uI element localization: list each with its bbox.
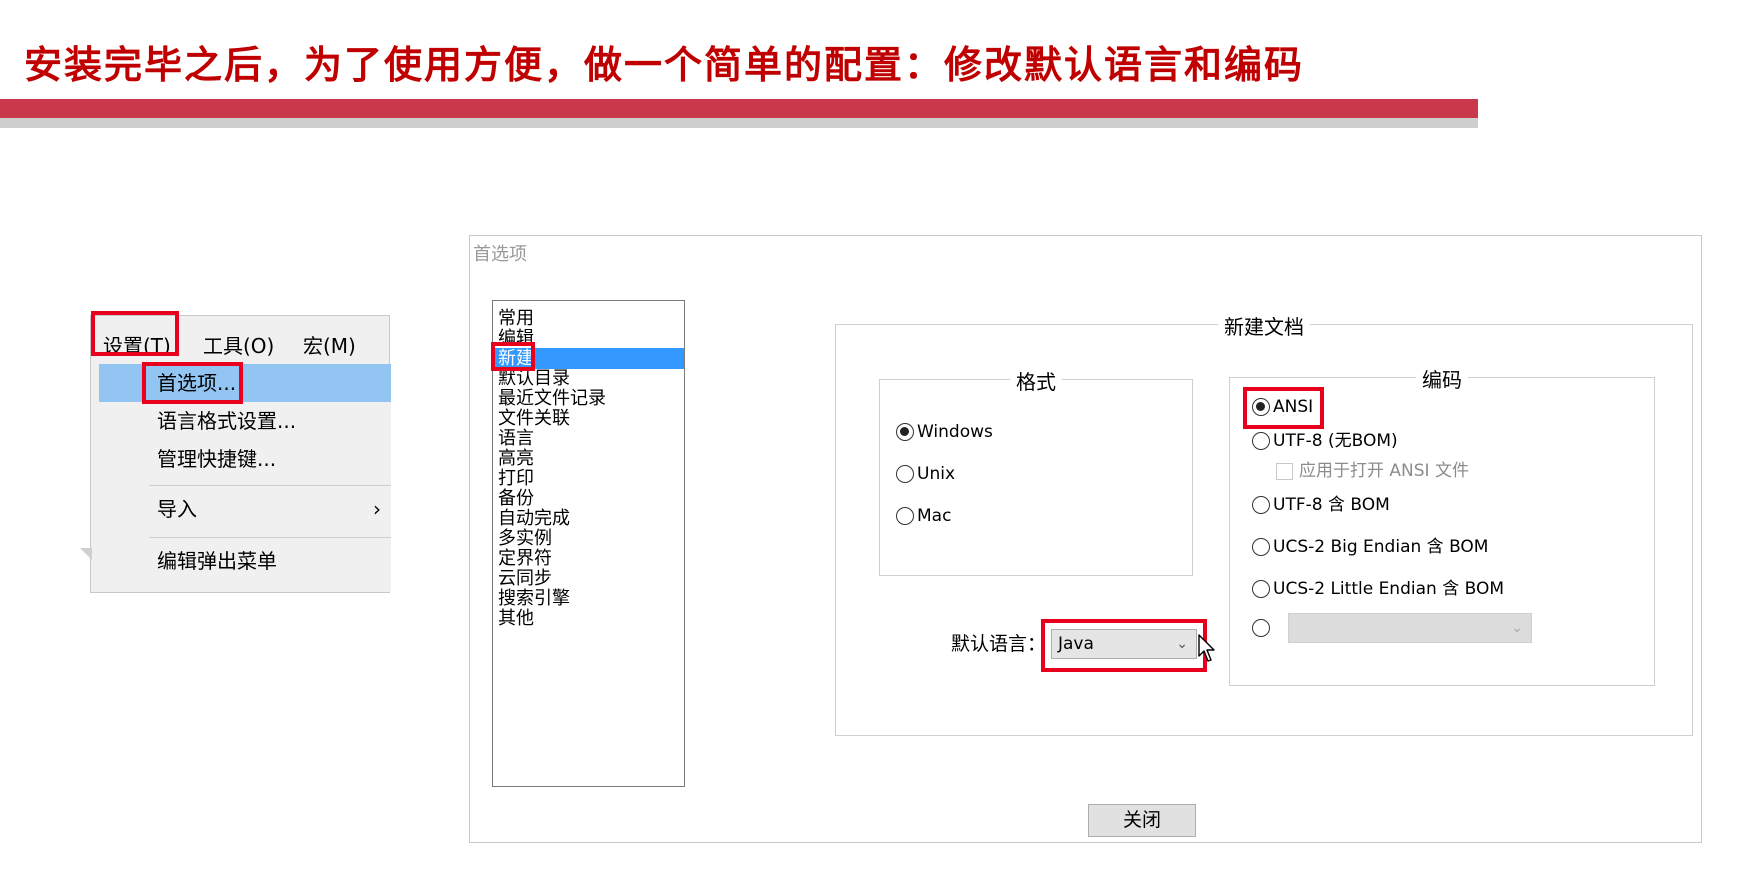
encoding-ucs2-le-radio[interactable]: UCS-2 Little Endian 含 BOM [1252,578,1504,600]
category-list[interactable]: 常用 编辑 新建 默认目录 最近文件记录 文件关联 语言 高亮 打印 备份 自动… [492,300,685,787]
format-group: 格式 Windows Unix Mac [879,370,1193,576]
format-mac-radio[interactable]: Mac [896,505,951,527]
new-document-group-title: 新建文档 [1218,315,1310,339]
mouse-cursor-icon [1198,634,1215,662]
category-item[interactable]: 搜索引擎 [493,588,684,609]
category-item[interactable]: 其他 [493,608,684,629]
category-item[interactable]: 最近文件记录 [493,388,684,409]
preferences-dialog: 首选项 常用 编辑 新建 默认目录 最近文件记录 文件关联 语言 高亮 打印 备… [469,235,1702,843]
category-item[interactable]: 高亮 [493,448,684,469]
radio-icon [1252,619,1270,637]
slide-title: 安装完毕之后，为了使用方便，做一个简单的配置：修改默认语言和编码 [24,43,1305,87]
radio-label: UCS-2 Little Endian 含 BOM [1273,579,1505,599]
menu-shadow-tail [80,548,92,560]
encoding-utf8-bom-radio[interactable]: UTF-8 含 BOM [1252,494,1390,516]
settings-menu-screenshot: 设置(T) 工具(O) 宏(M) 首选项... 语言格式设置... 管理快捷键.… [90,311,391,593]
radio-label: UCS-2 Big Endian 含 BOM [1273,537,1489,557]
radio-label: UTF-8 含 BOM [1273,495,1390,515]
category-item[interactable]: 定界符 [493,548,684,569]
menu-item-label: 语言格式设置... [157,409,297,433]
category-item[interactable]: 多实例 [493,528,684,549]
encoding-group-title: 编码 [1416,368,1468,392]
radio-icon-checked [896,423,914,441]
radio-icon [896,465,914,483]
menu-item-label: 管理快捷键... [157,447,277,471]
encoding-utf8-radio[interactable]: UTF-8 (无BOM) [1252,430,1398,452]
category-item[interactable]: 常用 [493,308,684,329]
title-underline-shadow [0,118,1478,128]
ansi-highlight [1243,387,1324,429]
encoding-ucs2-be-radio[interactable]: UCS-2 Big Endian 含 BOM [1252,536,1488,558]
menu-item-label: 导入 [157,497,197,521]
category-item[interactable]: 备份 [493,488,684,509]
category-item[interactable]: 语言 [493,428,684,449]
default-language-highlight [1041,619,1207,672]
checkbox-label: 应用于打开 ANSI 文件 [1299,461,1469,481]
checkbox-icon [1276,462,1293,480]
radio-label: Unix [917,464,956,484]
radio-icon [1252,496,1270,514]
menu-separator [149,537,391,538]
format-group-title: 格式 [1010,370,1062,394]
chevron-right-icon: › [373,497,381,521]
apply-to-ansi-checkbox[interactable]: 应用于打开 ANSI 文件 [1276,460,1469,482]
category-item[interactable]: 自动完成 [493,508,684,529]
category-item[interactable]: 默认目录 [493,368,684,389]
close-button[interactable]: 关闭 [1088,804,1196,837]
menu-item-edit-popup-menu[interactable]: 编辑弹出菜单 [99,542,391,580]
format-unix-radio[interactable]: Unix [896,463,955,485]
menu-item-shortcut-mapper[interactable]: 管理快捷键... [99,440,391,478]
radio-icon [1252,432,1270,450]
default-language-label: 默认语言： [951,633,1047,655]
menubar-tools[interactable]: 工具(O) [203,330,274,359]
encoding-group: 编码 ANSI UTF-8 (无BOM) 应用于打开 ANSI 文件 UTF-8… [1229,368,1655,686]
radio-icon [896,507,914,525]
radio-icon [1252,580,1270,598]
settings-menu-highlight [91,311,179,356]
title-underline-bar [0,99,1478,118]
preferences-item-highlight [142,362,243,404]
category-item[interactable]: 打印 [493,468,684,489]
new-document-group: 新建文档 格式 Windows Unix Mac 编码 ANSI UTF-8 (… [835,315,1693,736]
radio-label: Mac [917,506,952,526]
radio-label: UTF-8 (无BOM) [1273,431,1398,451]
menu-item-language-format[interactable]: 语言格式设置... [99,402,391,440]
category-item[interactable]: 文件关联 [493,408,684,429]
radio-label: Windows [917,422,993,442]
category-item[interactable]: 云同步 [493,568,684,589]
new-category-highlight [491,342,535,371]
menubar-macro[interactable]: 宏(M) [303,330,356,359]
menu-separator [149,485,391,486]
encoding-other-radio[interactable] [1252,617,1273,639]
dialog-title: 首选项 [473,244,527,265]
chevron-down-icon: ⌄ [1511,620,1523,636]
radio-icon [1252,538,1270,556]
menu-item-label: 编辑弹出菜单 [157,549,277,573]
menu-item-import[interactable]: 导入 › [99,490,391,528]
encoding-other-select[interactable]: ⌄ [1288,613,1532,643]
format-windows-radio[interactable]: Windows [896,421,993,443]
